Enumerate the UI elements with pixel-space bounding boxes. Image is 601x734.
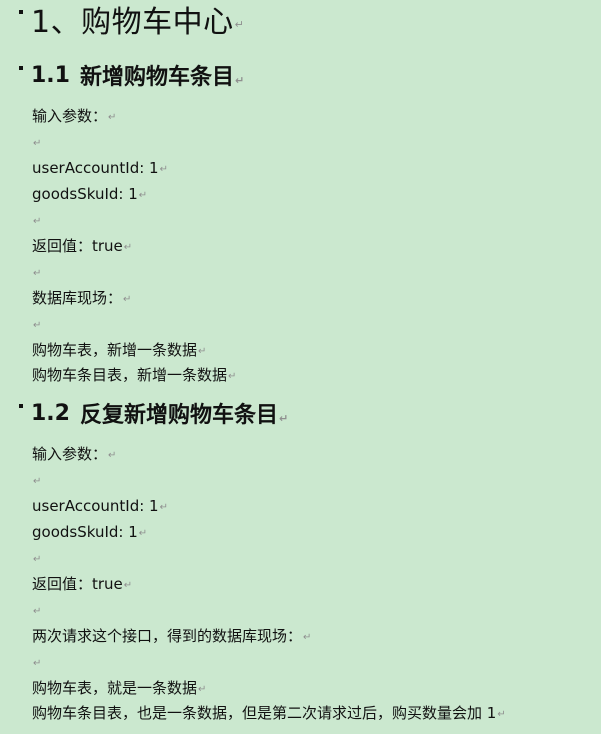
heading-bullet-icon	[19, 66, 23, 70]
paragraph-text: 两次请求这个接口，得到的数据库现场：	[32, 627, 303, 645]
paragraph-mark-icon	[198, 340, 206, 364]
paragraph-line: 购物车条目表，也是一条数据，但是第二次请求过后，购买数量会加 1	[32, 701, 506, 725]
empty-paragraph	[32, 650, 52, 674]
empty-paragraph	[32, 208, 52, 232]
empty-paragraph	[32, 598, 52, 622]
paragraph-mark-icon	[160, 496, 168, 520]
paragraph-line: 数据库现场：	[32, 286, 131, 310]
paragraph-mark-icon	[124, 574, 132, 598]
empty-paragraph	[32, 260, 52, 284]
paragraph-text: 数据库现场：	[32, 289, 123, 307]
paragraph-mark-icon	[33, 470, 41, 494]
paragraph-mark-icon	[33, 600, 41, 624]
paragraph-mark-icon	[228, 365, 236, 389]
paragraph-text: userAccountId: 1	[32, 497, 159, 515]
paragraph-line: userAccountId: 1	[32, 494, 168, 518]
paragraph-mark-icon	[160, 158, 168, 182]
paragraph-mark-icon	[235, 18, 245, 31]
heading-number: 1.2	[31, 400, 70, 426]
paragraph-text: goodsSkuId: 1	[32, 523, 138, 541]
paragraph-mark-icon	[33, 548, 41, 572]
paragraph-text: 购物车表，就是一条数据	[32, 679, 198, 697]
paragraph-text: 购物车条目表，新增一条数据	[32, 366, 228, 384]
paragraph-text: 购物车表，新增一条数据	[32, 341, 198, 359]
paragraph-mark-icon	[108, 106, 116, 130]
paragraph-line: 购物车表，就是一条数据	[32, 676, 206, 700]
paragraph-line: 返回值：true	[32, 234, 132, 258]
empty-paragraph	[32, 468, 52, 492]
empty-paragraph	[32, 312, 52, 336]
paragraph-line: 购物车表，新增一条数据	[32, 338, 206, 362]
paragraph-line: goodsSkuId: 1	[32, 182, 147, 206]
paragraph-mark-icon	[303, 626, 311, 650]
paragraph-text: goodsSkuId: 1	[32, 185, 138, 203]
paragraph-line: 返回值：true	[32, 572, 132, 596]
paragraph-mark-icon	[33, 314, 41, 338]
paragraph-mark-icon	[33, 262, 41, 286]
paragraph-mark-icon	[235, 74, 244, 87]
paragraph-text: 购物车条目表，也是一条数据，但是第二次请求过后，购买数量会加 1	[32, 704, 497, 722]
paragraph-mark-icon	[123, 288, 131, 312]
paragraph-mark-icon	[497, 703, 505, 727]
heading-section-1: 1、购物车中心	[19, 0, 245, 40]
heading-section-1-text: 1、购物车中心	[31, 5, 234, 40]
heading-title: 反复新增购物车条目	[79, 403, 278, 428]
paragraph-line: 输入参数：	[32, 104, 116, 128]
paragraph-text: 输入参数：	[32, 445, 108, 463]
paragraph-mark-icon	[279, 412, 288, 425]
paragraph-mark-icon	[198, 678, 206, 702]
heading-number: 1.1	[31, 62, 70, 88]
paragraph-line: goodsSkuId: 1	[32, 520, 147, 544]
paragraph-line: 输入参数：	[32, 442, 116, 466]
paragraph-mark-icon	[124, 236, 132, 260]
paragraph-line: 两次请求这个接口，得到的数据库现场：	[32, 624, 311, 648]
paragraph-mark-icon	[33, 132, 41, 156]
paragraph-text: 返回值：true	[32, 575, 123, 593]
paragraph-mark-icon	[33, 652, 41, 676]
paragraph-mark-icon	[139, 184, 147, 208]
heading-bullet-icon	[19, 10, 23, 14]
paragraph-text: userAccountId: 1	[32, 159, 159, 177]
paragraph-mark-icon	[33, 210, 41, 234]
heading-section-1-2: 1.2 反复新增购物车条目	[19, 398, 288, 428]
empty-paragraph	[32, 130, 52, 154]
document-page: 1、购物车中心 1.1 新增购物车条目 输入参数： userAccountId:…	[0, 0, 601, 734]
paragraph-text: 返回值：true	[32, 237, 123, 255]
empty-paragraph	[32, 546, 52, 570]
paragraph-mark-icon	[139, 522, 147, 546]
heading-section-1-1: 1.1 新增购物车条目	[19, 60, 244, 90]
paragraph-line: 购物车条目表，新增一条数据	[32, 363, 236, 387]
paragraph-mark-icon	[108, 444, 116, 468]
heading-bullet-icon	[19, 404, 23, 408]
paragraph-text: 输入参数：	[32, 107, 108, 125]
paragraph-line: userAccountId: 1	[32, 156, 168, 180]
heading-title: 新增购物车条目	[79, 65, 234, 90]
